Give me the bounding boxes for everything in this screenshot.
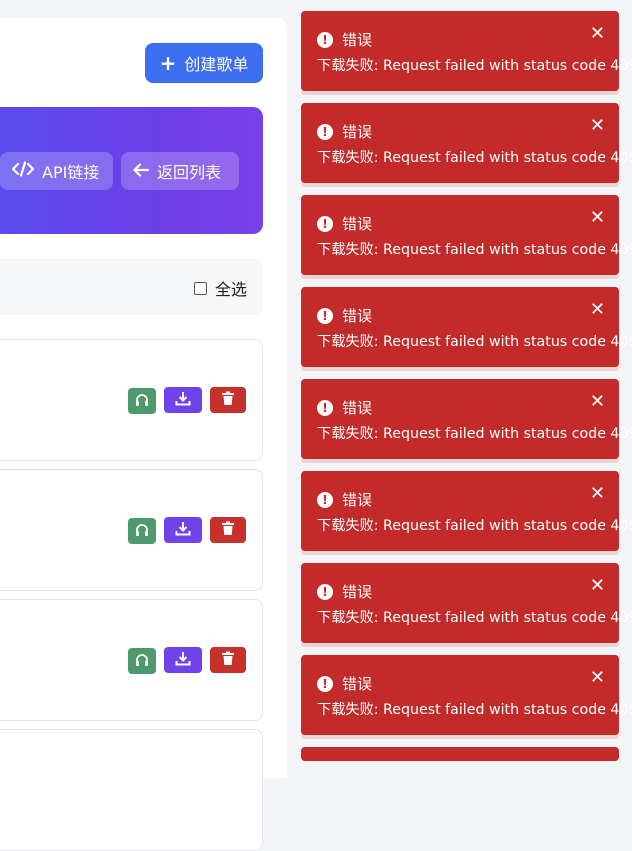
close-icon[interactable]: ✕ bbox=[590, 209, 605, 227]
alert-icon: ! bbox=[317, 31, 333, 48]
error-toast: ! 错误 ✕ 下载失败: Request failed with status c… bbox=[301, 655, 632, 735]
delete-button[interactable] bbox=[210, 387, 246, 413]
download-button[interactable] bbox=[164, 517, 202, 543]
alert-icon: ! bbox=[317, 491, 333, 508]
close-icon[interactable]: ✕ bbox=[590, 577, 605, 595]
plus-icon: + bbox=[159, 51, 177, 75]
download-icon bbox=[175, 521, 191, 540]
toast-title: 错误 bbox=[342, 307, 373, 325]
error-toast: ! 错误 ✕ 下载失败: Request failed with status c… bbox=[301, 103, 632, 183]
toast-title: 错误 bbox=[342, 123, 373, 141]
create-playlist-button[interactable]: + 创建歌单 bbox=[145, 43, 263, 83]
toast-message: 下载失败: Request failed with status code 40… bbox=[317, 518, 632, 534]
toast-title: 错误 bbox=[342, 583, 373, 601]
headphones-icon bbox=[135, 652, 149, 671]
toast-message: 下载失败: Request failed with status code 40… bbox=[317, 242, 632, 258]
toast-message: 下载失败: Request failed with status code 40… bbox=[317, 150, 632, 166]
api-link-label: API链接 bbox=[42, 163, 100, 182]
select-all-checkbox[interactable] bbox=[194, 281, 207, 295]
download-icon bbox=[175, 651, 191, 670]
alert-icon: ! bbox=[317, 399, 333, 416]
close-icon[interactable]: ✕ bbox=[590, 301, 605, 319]
alert-icon: ! bbox=[317, 215, 333, 232]
close-icon[interactable]: ✕ bbox=[590, 669, 605, 687]
toast-message: 下载失败: Request failed with status code 40… bbox=[317, 334, 632, 350]
delete-button[interactable] bbox=[210, 517, 246, 543]
alert-icon: ! bbox=[317, 583, 333, 600]
download-button[interactable] bbox=[164, 387, 202, 413]
toast-message: 下载失败: Request failed with status code 40… bbox=[317, 610, 632, 626]
close-icon[interactable]: ✕ bbox=[590, 485, 605, 503]
trash-icon bbox=[221, 651, 235, 670]
toast-title: 错误 bbox=[342, 491, 373, 509]
toast-message: 下载失败: Request failed with status code 40… bbox=[317, 58, 632, 74]
api-link-button[interactable]: API链接 bbox=[0, 152, 113, 190]
alert-icon: ! bbox=[317, 123, 333, 140]
delete-button[interactable] bbox=[210, 647, 246, 673]
toast-message: 下载失败: Request failed with status code 40… bbox=[317, 426, 632, 442]
select-all-label: 全选 bbox=[215, 280, 248, 299]
error-toast-partial bbox=[301, 747, 619, 761]
toast-title: 错误 bbox=[342, 31, 373, 49]
arrow-left-icon bbox=[133, 162, 150, 181]
toast-message: 下载失败: Request failed with status code 40… bbox=[317, 702, 632, 718]
error-toast: ! 错误 ✕ 下载失败: Request failed with status c… bbox=[301, 563, 632, 643]
error-toast: ! 错误 ✕ 下载失败: Request failed with status c… bbox=[301, 11, 632, 91]
error-toast: ! 错误 ✕ 下载失败: Request failed with status c… bbox=[301, 379, 632, 459]
song-card bbox=[0, 729, 263, 851]
error-toast: ! 错误 ✕ 下载失败: Request failed with status c… bbox=[301, 287, 632, 367]
close-icon[interactable]: ✕ bbox=[590, 25, 605, 43]
close-icon[interactable]: ✕ bbox=[590, 393, 605, 411]
select-all-toggle[interactable]: 全选 bbox=[194, 276, 247, 300]
listen-button[interactable] bbox=[128, 518, 156, 544]
alert-icon: ! bbox=[317, 307, 333, 324]
download-icon bbox=[175, 391, 191, 410]
back-to-list-button[interactable]: 返回列表 bbox=[121, 152, 239, 190]
toast-title: 错误 bbox=[342, 399, 373, 417]
alert-icon: ! bbox=[317, 675, 333, 692]
toast-title: 错误 bbox=[342, 675, 373, 693]
headphones-icon bbox=[135, 392, 149, 411]
listen-button[interactable] bbox=[128, 648, 156, 674]
headphones-icon bbox=[135, 522, 149, 541]
listen-button[interactable] bbox=[128, 388, 156, 414]
create-playlist-label: 创建歌单 bbox=[184, 55, 249, 74]
error-toast: ! 错误 ✕ 下载失败: Request failed with status c… bbox=[301, 195, 632, 275]
error-toast: ! 错误 ✕ 下载失败: Request failed with status c… bbox=[301, 471, 632, 551]
download-button[interactable] bbox=[164, 647, 202, 673]
back-to-list-label: 返回列表 bbox=[157, 163, 222, 182]
trash-icon bbox=[221, 391, 235, 410]
toast-title: 错误 bbox=[342, 215, 373, 233]
close-icon[interactable]: ✕ bbox=[590, 117, 605, 135]
code-icon bbox=[11, 161, 35, 181]
trash-icon bbox=[221, 521, 235, 540]
